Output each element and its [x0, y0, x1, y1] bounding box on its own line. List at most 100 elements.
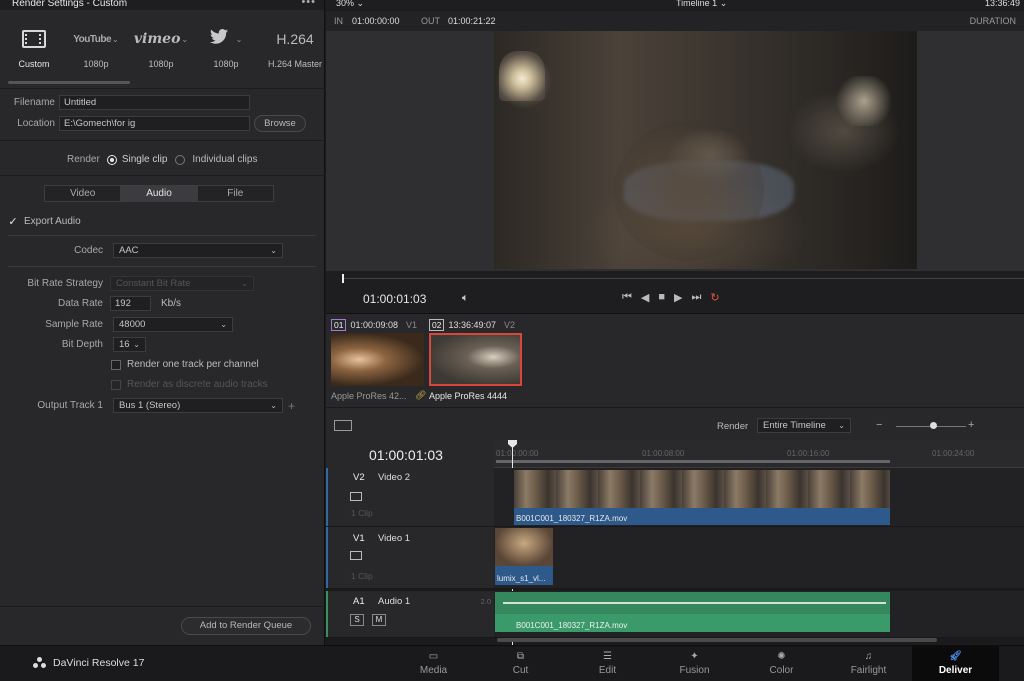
nav-cut[interactable]: ⧉ Cut [477, 646, 564, 681]
chevron-down-icon: ⌄ [270, 246, 277, 255]
track-clip-count: 1 Clip [351, 571, 373, 581]
in-label: IN [334, 16, 343, 26]
data-rate-field[interactable]: 192 [110, 296, 151, 311]
stop-icon[interactable]: ■ [658, 291, 665, 304]
preset-h264-master[interactable]: H.264 H.264 Master [262, 24, 328, 69]
playback-buttons: ⏮︎ ◀︎ ■ ▶︎ ⏭︎ ↻ [622, 291, 720, 304]
bit-depth-dropdown[interactable]: 16 ⌄ [113, 337, 146, 352]
tab-video[interactable]: Video [45, 186, 122, 201]
chevron-down-icon[interactable]: ⌄ [112, 35, 119, 44]
track-name[interactable]: Video 2 [378, 472, 410, 483]
chevron-down-icon[interactable]: ⌄ [236, 35, 243, 44]
ruler-label: 01:00:24:00 [932, 449, 975, 458]
clip-codec-label: Apple ProRes 4444 [429, 391, 508, 401]
track-lane-a1[interactable]: B001C001_180327_R1ZA.mov [494, 591, 1024, 638]
timeline-ruler[interactable]: 01:00:00:00 01:00:08:00 01:00:16:00 01:0… [494, 440, 1024, 645]
volume-icon[interactable]: 🔈︎ [462, 292, 469, 305]
audio-clip[interactable]: B001C001_180327_R1ZA.mov [495, 592, 890, 632]
youtube-logo-icon: YouTube [73, 33, 112, 45]
chevron-down-icon: ⌄ [838, 421, 845, 430]
go-to-start-icon[interactable]: ⏮︎ [622, 291, 632, 304]
video-clip[interactable]: lumix_s1_vl... [495, 528, 553, 585]
preset-vimeo[interactable]: vimeo ⌄ 1080p [128, 24, 194, 69]
single-clip-label: Single clip [121, 154, 168, 165]
cut-icon: ⧉ [516, 651, 525, 662]
scrub-playhead[interactable] [342, 274, 344, 283]
monitor-icon[interactable] [350, 551, 362, 560]
add-track-icon[interactable]: + [288, 399, 295, 413]
single-clip-radio[interactable] [106, 154, 117, 165]
zoom-in-icon[interactable]: + [968, 419, 974, 431]
page-tabs: ▭ Media ⧉ Cut ☰ Edit ✦ Fusion ✺ Color ♫ Fairli… [390, 646, 999, 681]
mute-button[interactable]: M [372, 614, 386, 626]
one-track-checkbox[interactable] [111, 359, 121, 370]
track-name[interactable]: Audio 1 [378, 596, 410, 607]
clip-thumbnail[interactable] [331, 333, 424, 386]
nav-fairlight[interactable]: ♫ Fairlight [825, 646, 912, 681]
add-to-render-queue-button[interactable]: Add to Render Queue [181, 617, 311, 635]
nav-media[interactable]: ▭ Media [390, 646, 477, 681]
color-icon: ✺ [777, 651, 786, 662]
solo-button[interactable]: S [350, 614, 364, 626]
divider [0, 88, 325, 89]
export-audio-row: ✓ Export Audio [8, 216, 80, 227]
one-track-row: Render one track per channel [111, 359, 259, 370]
one-track-label: Render one track per channel [127, 359, 259, 370]
in-timecode[interactable]: 01:00:00:00 [352, 16, 400, 26]
nav-color[interactable]: ✺ Color [738, 646, 825, 681]
track-id: V2 [353, 472, 365, 483]
chevron-down-icon[interactable]: ⌄ [181, 35, 188, 44]
video-clip[interactable]: B001C001_180327_R1ZA.mov [514, 470, 890, 525]
export-audio-checkbox[interactable]: ✓ [8, 216, 18, 227]
preset-twitter[interactable]: ⌄ 1080p [193, 24, 259, 69]
more-options-icon[interactable]: ••• [301, 0, 316, 8]
output-track-dropdown[interactable]: Bus 1 (Stereo) ⌄ [113, 398, 283, 413]
nav-deliver[interactable]: 🚀︎ Deliver [912, 646, 999, 681]
zoom-dropdown[interactable]: 30% ⌄ [336, 0, 364, 9]
nav-label: Fusion [679, 665, 710, 676]
video-viewer[interactable] [326, 31, 1024, 271]
timeline-selector[interactable]: Timeline 1 ⌄ [676, 0, 727, 9]
nav-fusion[interactable]: ✦ Fusion [651, 646, 738, 681]
codec-dropdown[interactable]: AAC ⌄ [113, 243, 283, 258]
render-range-dropdown[interactable]: Entire Timeline ⌄ [757, 418, 851, 433]
timeline-toolbar: Render Entire Timeline ⌄ − + [326, 407, 1024, 440]
tab-audio[interactable]: Audio [121, 186, 198, 201]
monitor-icon[interactable] [350, 492, 362, 501]
out-timecode[interactable]: 01:00:21:22 [448, 16, 496, 26]
render-settings-panel: Render Settings - Custom ••• Custom YouT… [0, 0, 325, 645]
data-rate-unit: Kb/s [161, 298, 182, 309]
sample-rate-value: 48000 [119, 319, 146, 330]
play-icon[interactable]: ▶︎ [674, 291, 682, 304]
zoom-out-icon[interactable]: − [876, 419, 882, 431]
tab-file[interactable]: File [197, 186, 273, 201]
fairlight-icon: ♫ [864, 651, 873, 662]
browse-button[interactable]: Browse [254, 115, 306, 132]
individual-clips-radio[interactable] [175, 154, 186, 165]
go-to-end-icon[interactable]: ⏭︎ [692, 291, 702, 304]
presets-scrollbar[interactable] [8, 81, 130, 84]
track-name[interactable]: Video 1 [378, 533, 410, 544]
output-track-label: Output Track 1 [37, 400, 103, 411]
filename-field[interactable]: Untitled [59, 95, 250, 110]
preset-youtube[interactable]: YouTube ⌄ 1080p [63, 24, 129, 70]
track-lane-v1[interactable]: lumix_s1_vl... [494, 527, 1024, 589]
timeline-scrollbar[interactable] [497, 638, 937, 642]
play-reverse-icon[interactable]: ◀︎ [641, 291, 649, 304]
clip-thumbnail-selected[interactable] [429, 333, 522, 386]
nav-edit[interactable]: ☰ Edit [564, 646, 651, 681]
h264-logo-icon: H.264 [276, 31, 314, 47]
preset-custom[interactable]: Custom [1, 24, 67, 69]
loop-icon[interactable]: ↻ [710, 291, 719, 304]
clip-timecode: 13:36:49:07 [448, 320, 497, 330]
clip-number: 02 [429, 319, 445, 331]
codec-label: Codec [74, 245, 103, 256]
sample-rate-dropdown[interactable]: 48000 ⌄ [113, 317, 233, 332]
nav-label: Cut [512, 665, 529, 676]
location-field[interactable]: E:\Gomech\for ig [59, 116, 250, 131]
zoom-slider-knob[interactable] [930, 422, 937, 429]
viewer-scrubber[interactable] [326, 271, 1024, 288]
track-lane-v2[interactable]: B001C001_180327_R1ZA.mov [494, 468, 1024, 527]
timeline-view-icon[interactable] [334, 420, 352, 431]
track-color-bar [326, 468, 328, 526]
